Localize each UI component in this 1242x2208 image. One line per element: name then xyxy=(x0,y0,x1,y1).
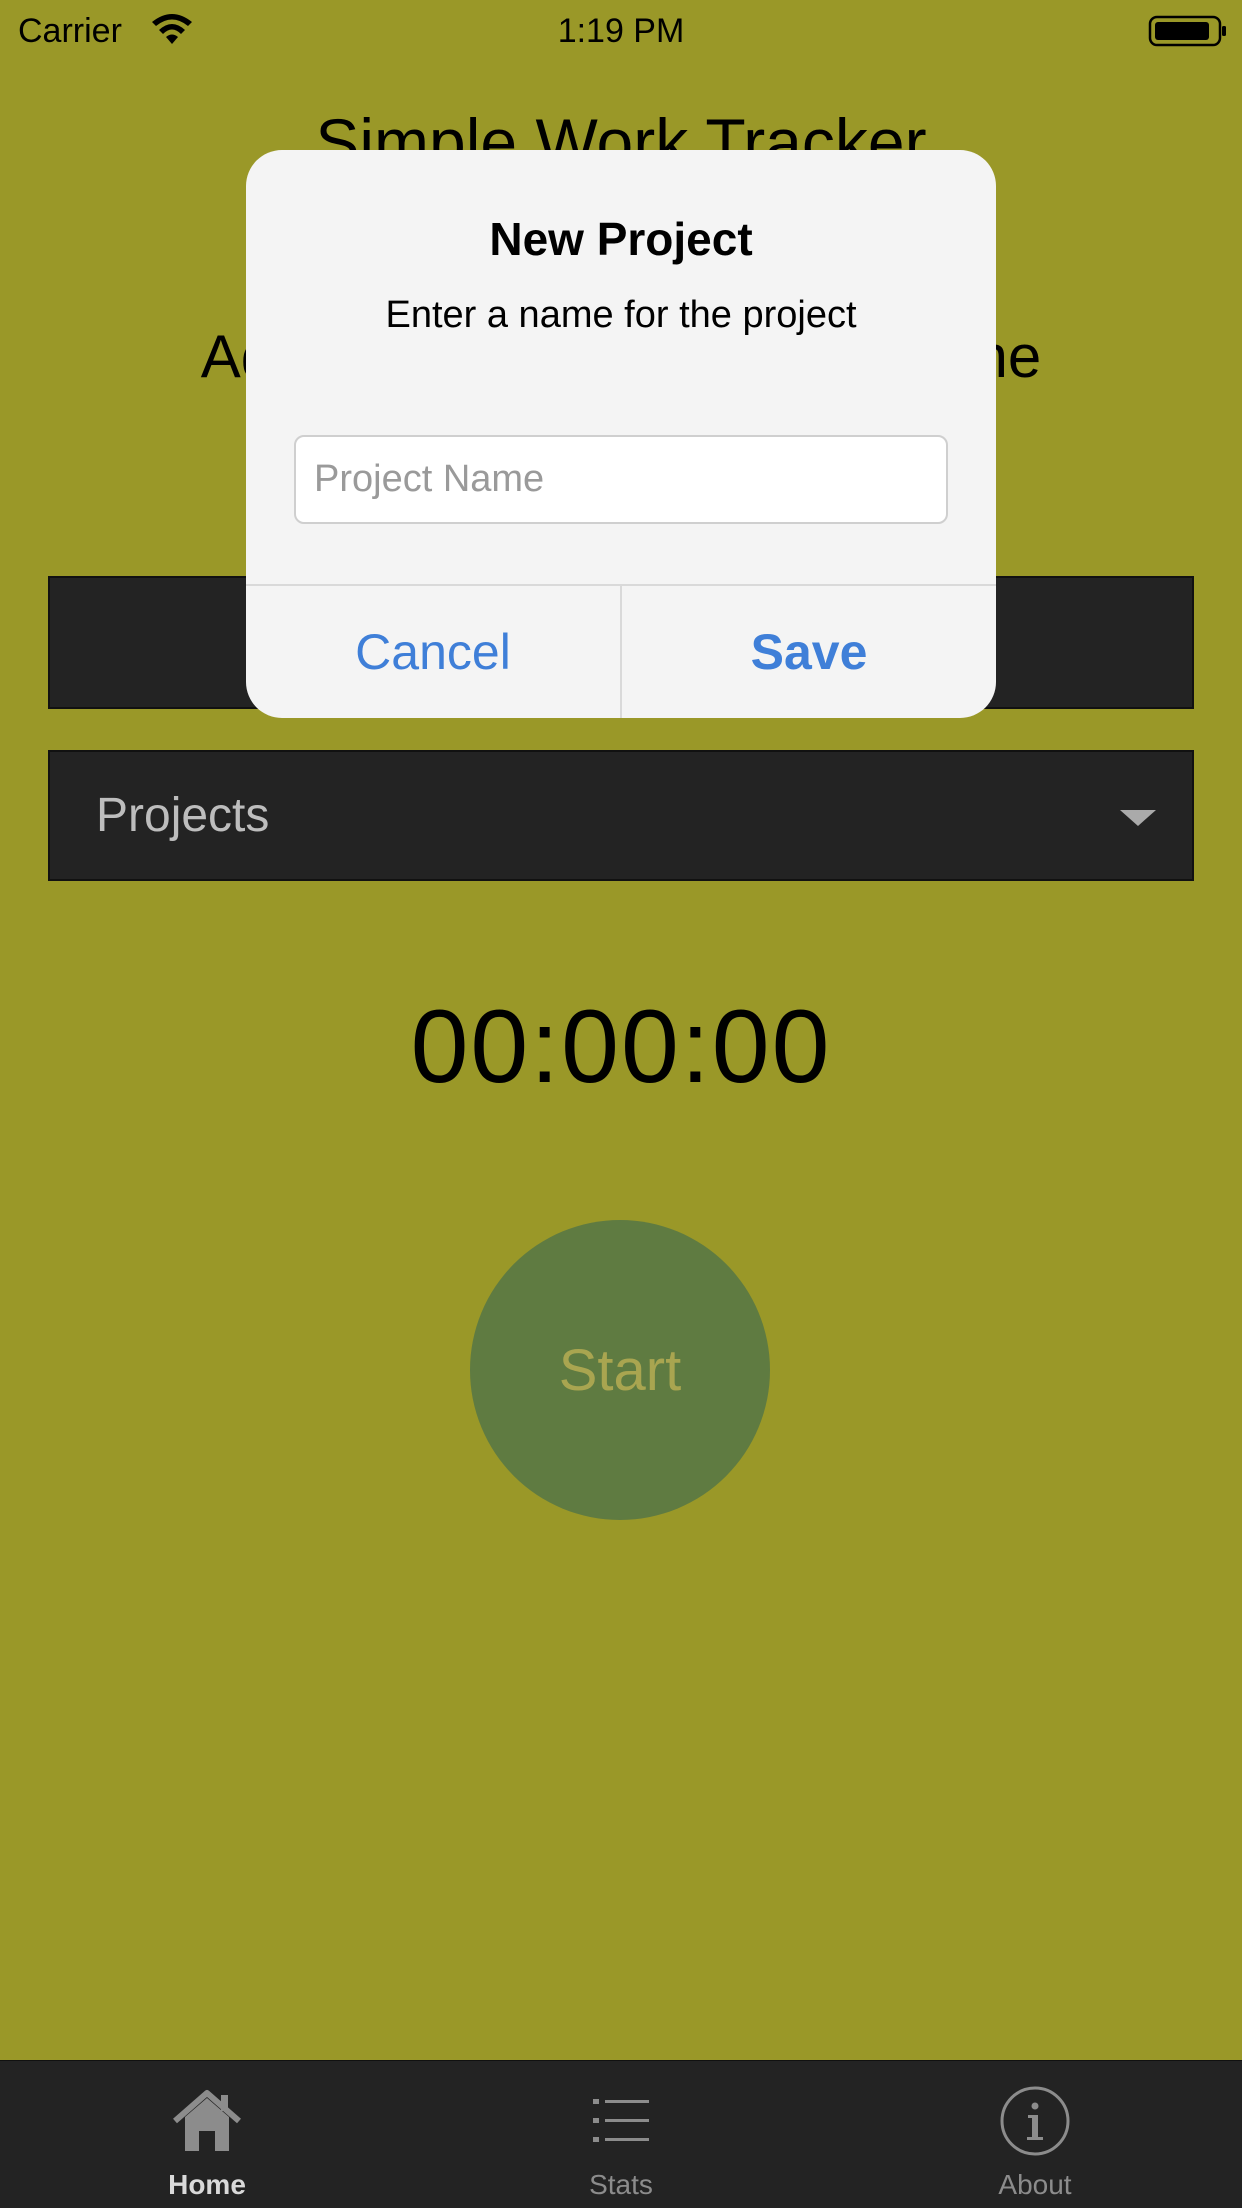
start-button-label: Start xyxy=(558,1337,682,1403)
save-button[interactable]: Save xyxy=(622,586,996,718)
home-icon xyxy=(173,2090,241,2151)
list-icon xyxy=(593,2099,649,2142)
status-time: 1:19 PM xyxy=(557,12,685,50)
projects-dropdown[interactable]: Projects xyxy=(48,750,1194,881)
tab-about[interactable]: About xyxy=(828,2061,1242,2208)
chevron-down-icon xyxy=(1120,810,1156,826)
timer-display: 00:00:00 xyxy=(410,989,832,1105)
tab-bar: Home Stats About xyxy=(0,2060,1242,2208)
projects-dropdown-label: Projects xyxy=(96,789,270,842)
tab-stats[interactable]: Stats xyxy=(414,2061,828,2208)
tab-stats-label: Stats xyxy=(589,2169,653,2200)
status-bar: Carrier 1:19 PM xyxy=(0,0,1242,62)
project-name-input[interactable] xyxy=(294,435,948,524)
alert-message: Enter a name for the project xyxy=(385,294,857,336)
tab-home-label: Home xyxy=(168,2169,246,2200)
app-screen: Carrier 1:19 PM Simple Work Tracker Add … xyxy=(0,0,1242,2208)
tab-about-label: About xyxy=(998,2169,1072,2200)
tab-home[interactable]: Home xyxy=(0,2061,414,2208)
new-project-alert: New Project Enter a name for the project… xyxy=(246,150,996,718)
start-button[interactable]: Start xyxy=(470,1220,770,1520)
alert-title: New Project xyxy=(489,213,753,265)
cancel-button[interactable]: Cancel xyxy=(246,586,620,718)
info-icon xyxy=(1000,2086,1070,2156)
battery-icon xyxy=(1148,15,1226,47)
